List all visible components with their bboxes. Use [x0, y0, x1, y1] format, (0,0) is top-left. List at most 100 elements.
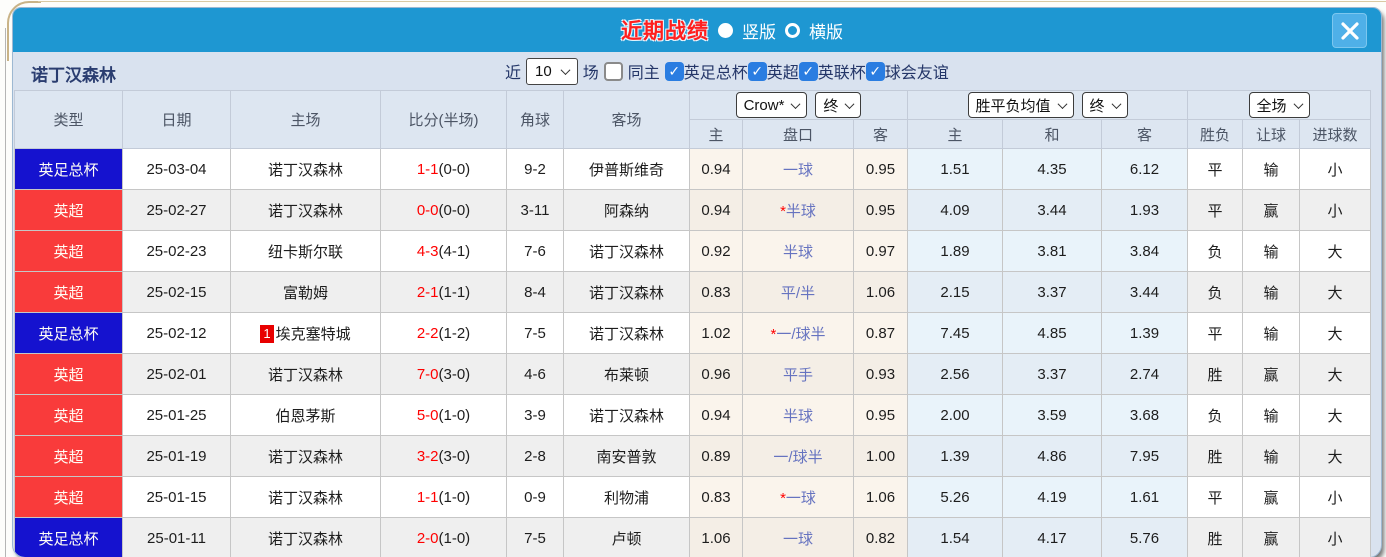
score-cell: 3-2(3-0): [380, 435, 507, 477]
avg-lose-odds: 6.12: [1101, 148, 1189, 190]
avg-lose-odds: 5.76: [1101, 517, 1189, 557]
league-badge: 英超: [14, 394, 123, 436]
avg-draw-odds: 3.44: [1002, 189, 1103, 231]
away-odds: 1.06: [852, 476, 909, 518]
home-team[interactable]: 诺丁汉森林: [230, 517, 381, 557]
home-team[interactable]: 富勒姆: [230, 271, 381, 313]
col-header-result: 胜负: [1187, 119, 1244, 149]
away-odds: 0.97: [852, 230, 909, 272]
view-option-radio[interactable]: [785, 22, 800, 38]
home-odds: 0.94: [689, 189, 743, 231]
match-date: 25-02-23: [122, 230, 231, 272]
handicap-cell: *半球: [742, 189, 854, 231]
view-option-radio[interactable]: [718, 22, 733, 38]
corners-cell: 4-6: [506, 353, 564, 395]
avg-lose-odds: 3.44: [1101, 271, 1189, 313]
result-cell: 胜: [1187, 435, 1244, 477]
league-badge: 英超: [14, 476, 123, 518]
away-team[interactable]: 布莱顿: [563, 353, 690, 395]
goals-cell: 小: [1299, 148, 1372, 190]
home-team[interactable]: 伯恩茅斯: [230, 394, 381, 436]
corners-cell: 8-4: [506, 271, 564, 313]
handicap-result-cell: 输: [1242, 230, 1301, 272]
score-cell: 2-1(1-1): [380, 271, 507, 313]
away-odds: 0.82: [852, 517, 909, 557]
away-odds: 0.95: [852, 189, 909, 231]
match-row: 英足总杯 25-01-11 诺丁汉森林 2-0(1-0) 7-5 卢顿 1.06 一球 0.82…: [14, 517, 1372, 557]
away-team[interactable]: 伊普斯维奇: [563, 148, 690, 190]
col-header-avg-draw: 和: [1002, 119, 1103, 149]
home-team[interactable]: 诺丁汉森林: [230, 189, 381, 231]
league-label: 英超: [766, 65, 799, 82]
handicap-result-cell: 输: [1242, 435, 1301, 477]
goals-cell: 大: [1299, 271, 1372, 313]
average-period-select[interactable]: 终: [1081, 92, 1128, 118]
result-cell: 平: [1187, 312, 1244, 354]
league-badge: 英超: [14, 353, 123, 395]
away-odds: 0.95: [852, 148, 909, 190]
league-checkbox[interactable]: ✓: [664, 61, 684, 81]
col-header-avg-lose: 客: [1101, 119, 1189, 149]
handicap-cell: 一球: [742, 148, 854, 190]
result-cell: 负: [1187, 394, 1244, 436]
avg-lose-odds: 1.39: [1101, 312, 1189, 354]
home-team[interactable]: 诺丁汉森林: [230, 353, 381, 395]
scope-select[interactable]: 全场: [1248, 92, 1310, 118]
result-cell: 胜: [1187, 517, 1244, 557]
same-home-label: 同主: [627, 65, 660, 82]
away-team[interactable]: 阿森纳: [563, 189, 690, 231]
away-team[interactable]: 南安普敦: [563, 435, 690, 477]
handicap-result-cell: 输: [1242, 312, 1301, 354]
match-date: 25-01-11: [122, 517, 231, 557]
away-team[interactable]: 诺丁汉森林: [563, 271, 690, 313]
league-checkbox[interactable]: ✓: [865, 61, 885, 81]
view-option-label[interactable]: 竖版: [742, 18, 776, 43]
home-team[interactable]: 诺丁汉森林: [230, 148, 381, 190]
corners-cell: 7-5: [506, 312, 564, 354]
average-select[interactable]: 胜平负均值: [967, 92, 1074, 118]
match-date: 25-01-15: [122, 476, 231, 518]
score-cell: 1-1(0-0): [380, 148, 507, 190]
avg-win-odds: 4.09: [907, 189, 1004, 231]
home-team[interactable]: 1 埃克塞特城: [230, 312, 381, 354]
filter-bar: 诺丁汉森林 近 10 场 同主 ✓ 英足总杯 ✓ 英超 ✓ 英联杯 ✓ 球会友谊: [13, 52, 1381, 90]
away-team[interactable]: 诺丁汉森林: [563, 230, 690, 272]
away-odds: 0.93: [852, 353, 909, 395]
avg-draw-odds: 3.59: [1002, 394, 1103, 436]
goals-cell: 大: [1299, 230, 1372, 272]
league-badge: 英超: [14, 435, 123, 477]
away-team[interactable]: 利物浦: [563, 476, 690, 518]
avg-win-odds: 1.39: [907, 435, 1004, 477]
view-option-label[interactable]: 横版: [809, 18, 843, 43]
bookmaker-select[interactable]: Crow*: [735, 92, 808, 118]
page-top-line: [38, 1, 1386, 2]
avg-win-odds: 2.15: [907, 271, 1004, 313]
recent-label: 近: [505, 65, 522, 82]
close-button[interactable]: [1332, 13, 1367, 48]
league-checkbox[interactable]: ✓: [798, 61, 818, 81]
home-team[interactable]: 诺丁汉森林: [230, 476, 381, 518]
handicap-cell: 平/半: [742, 271, 854, 313]
goals-cell: 小: [1299, 517, 1372, 557]
recent-results-dialog: 近期战绩 竖版 横版 诺丁汉森林 近 10 场 同主 ✓ 英足总杯 ✓ 英超 ✓ 英联杯 ✓ 球…: [13, 8, 1381, 557]
away-team[interactable]: 诺丁汉森林: [563, 394, 690, 436]
same-home-checkbox[interactable]: [603, 61, 623, 81]
corners-cell: 9-2: [506, 148, 564, 190]
away-odds: 1.00: [852, 435, 909, 477]
result-cell: 胜: [1187, 353, 1244, 395]
away-odds: 0.95: [852, 394, 909, 436]
avg-draw-odds: 4.85: [1002, 312, 1103, 354]
average-group-header: 胜平负均值 终: [907, 90, 1189, 120]
corners-cell: 3-11: [506, 189, 564, 231]
home-team[interactable]: 纽卡斯尔联: [230, 230, 381, 272]
recent-count-select[interactable]: 10: [526, 57, 578, 85]
avg-lose-odds: 7.95: [1101, 435, 1189, 477]
home-team[interactable]: 诺丁汉森林: [230, 435, 381, 477]
league-label: 球会友谊: [884, 65, 949, 82]
result-cell: 平: [1187, 148, 1244, 190]
league-checkbox[interactable]: ✓: [747, 61, 767, 81]
away-team[interactable]: 卢顿: [563, 517, 690, 557]
bookmaker-period-select[interactable]: 终: [815, 92, 862, 118]
away-team[interactable]: 诺丁汉森林: [563, 312, 690, 354]
handicap-cell: 平手: [742, 353, 854, 395]
